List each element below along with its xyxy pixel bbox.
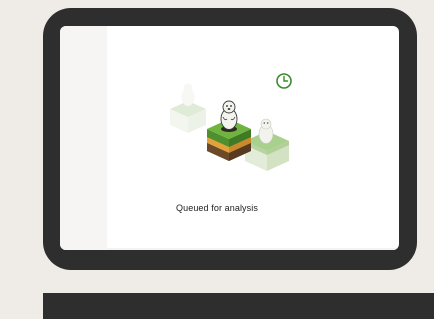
screen-bottom-shade <box>107 248 399 250</box>
stage: Queued for analysis <box>0 0 434 319</box>
screen-left-shade <box>60 26 107 250</box>
marmot-soil-box-icon <box>207 100 251 161</box>
queued-illustration <box>170 73 292 171</box>
status-message: Queued for analysis <box>176 203 258 213</box>
clock-icon <box>276 73 292 89</box>
marmot-box-faded-icon <box>170 83 206 133</box>
marmot-box-light-icon <box>245 118 289 171</box>
bottom-bar <box>43 293 434 319</box>
